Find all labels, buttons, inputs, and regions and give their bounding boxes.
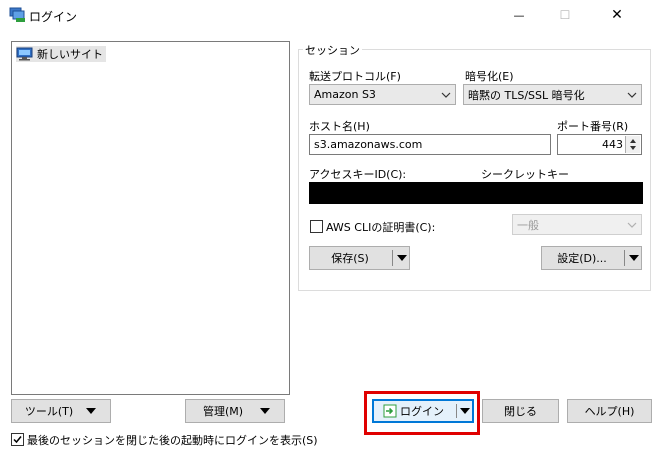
startup-login-checkbox[interactable]	[11, 433, 24, 446]
close-window-button[interactable]: ✕	[594, 0, 640, 30]
caret-down-icon	[397, 255, 407, 261]
port-label: ポート番号(R)	[557, 120, 629, 133]
caret-down-icon	[629, 255, 639, 261]
manage-button[interactable]: 管理(M)	[185, 399, 285, 423]
caret-down-icon	[86, 408, 96, 414]
settings-button-label: 設定(D)...	[557, 252, 607, 265]
settings-dropdown-arrow[interactable]	[626, 247, 642, 269]
port-input[interactable]: 443	[557, 134, 642, 155]
profile-value: 一般	[517, 218, 539, 232]
caret-down-icon	[260, 408, 270, 414]
chevron-down-icon	[627, 92, 637, 98]
host-label: ホスト名(H)	[309, 120, 370, 133]
encryption-select[interactable]: 暗黙の TLS/SSL 暗号化	[463, 84, 642, 105]
encryption-value: 暗黙の TLS/SSL 暗号化	[468, 88, 585, 102]
save-dropdown-arrow[interactable]	[394, 247, 410, 269]
settings-split-button[interactable]: 設定(D)...	[541, 246, 642, 270]
tools-button[interactable]: ツール(T)	[11, 399, 111, 423]
login-icon	[383, 404, 397, 418]
computer-site-icon	[16, 47, 33, 61]
access-key-label: アクセスキーID(C):	[309, 168, 407, 181]
maximize-icon: ☐	[559, 8, 571, 22]
caret-down-icon	[460, 408, 470, 414]
login-split-button[interactable]: ログイン	[372, 399, 474, 423]
tools-button-label: ツール(T)	[24, 405, 74, 418]
host-input[interactable]: s3.amazonaws.com	[309, 134, 551, 155]
port-value: 443	[602, 138, 623, 151]
minimize-icon: —	[513, 8, 525, 22]
close-icon: ✕	[611, 7, 623, 23]
site-tree[interactable]: 新しいサイト	[11, 41, 290, 395]
chevron-down-icon	[441, 92, 451, 98]
chevron-down-icon	[627, 222, 637, 228]
protocol-select[interactable]: Amazon S3	[309, 84, 456, 105]
awscli-label: AWS CLIの証明書(C):	[326, 221, 436, 234]
close-button[interactable]: 閉じる	[482, 399, 559, 423]
checkmark-icon	[13, 436, 22, 444]
maximize-button[interactable]: ☐	[542, 0, 588, 30]
app-icon	[9, 7, 25, 22]
site-tree-item-label: 新しいサイト	[37, 48, 103, 61]
login-button-label: ログイン	[400, 405, 444, 418]
startup-login-label: 最後のセッションを閉じた後の起動時にログインを表示(S)	[27, 434, 318, 447]
profile-select[interactable]: 一般	[512, 214, 642, 235]
protocol-label: 転送プロトコル(F)	[309, 70, 401, 83]
host-value: s3.amazonaws.com	[314, 138, 423, 151]
spinner-arrows-icon	[630, 139, 636, 150]
encryption-label: 暗号化(E)	[465, 70, 514, 83]
close-button-label: 閉じる	[504, 405, 537, 418]
save-button-label: 保存(S)	[331, 252, 369, 265]
minimize-button[interactable]: —	[496, 0, 542, 30]
save-split-button[interactable]: 保存(S)	[309, 246, 410, 270]
help-button-label: ヘルプ(H)	[584, 405, 635, 418]
protocol-value: Amazon S3	[314, 88, 376, 101]
manage-button-label: 管理(M)	[202, 405, 244, 418]
credentials-redacted-field[interactable]	[309, 182, 643, 204]
port-spinner[interactable]	[625, 136, 640, 153]
title-bar[interactable]: ログイン — ☐ ✕	[0, 0, 660, 30]
window-title: ログイン	[29, 10, 78, 24]
site-tree-item-new-site[interactable]: 新しいサイト	[16, 46, 106, 62]
awscli-checkbox[interactable]	[310, 220, 323, 233]
session-group-legend: セッション	[303, 42, 362, 58]
help-button[interactable]: ヘルプ(H)	[567, 399, 652, 423]
login-dropdown-arrow[interactable]	[457, 401, 473, 421]
secret-key-label: シークレットキー	[481, 168, 569, 181]
